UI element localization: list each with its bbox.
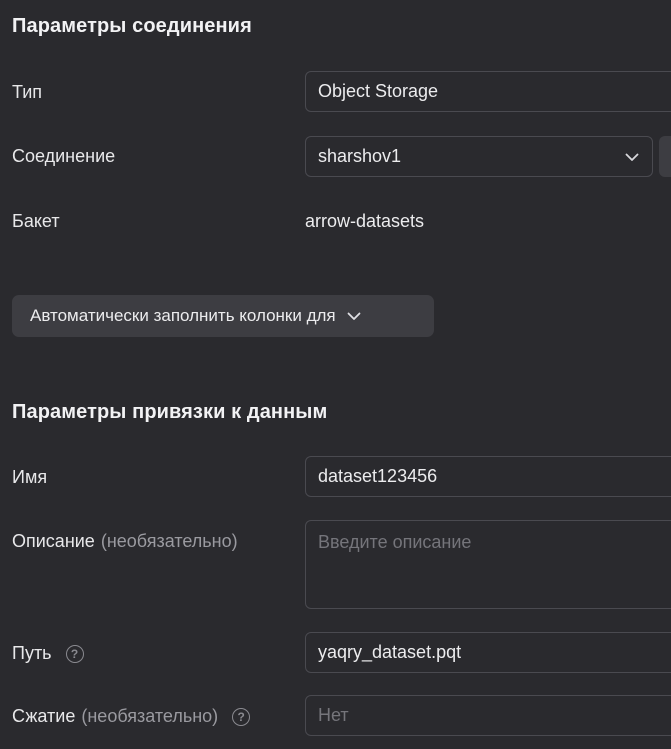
compression-optional-hint: (необязательно) <box>81 706 219 726</box>
type-label: Тип <box>12 82 43 102</box>
compression-field[interactable]: Нет <box>305 695 671 736</box>
connection-select[interactable]: sharshov1 <box>305 136 653 177</box>
connection-extra-button[interactable] <box>659 136 671 177</box>
path-label: Путь ? <box>12 643 84 664</box>
help-circle-icon[interactable]: ? <box>65 644 84 663</box>
name-label: Имя <box>12 467 48 487</box>
compression-label-text: Сжатие <box>12 706 76 726</box>
autofill-columns-label: Автоматически заполнить колонки для <box>30 306 336 325</box>
chevron-down-icon <box>346 308 362 324</box>
help-circle-icon[interactable]: ? <box>232 707 251 726</box>
type-field[interactable]: Object Storage <box>305 71 671 112</box>
description-label: Описание (необязательно) <box>12 531 238 552</box>
binding-section-title: Параметры привязки к данным <box>12 401 328 423</box>
path-field[interactable]: yaqry_dataset.pqt <box>305 632 671 673</box>
connection-section-title: Параметры соединения <box>12 15 252 37</box>
description-textarea[interactable]: Введите описание <box>305 520 671 609</box>
bucket-label: Бакет <box>12 211 60 231</box>
autofill-columns-button[interactable]: Автоматически заполнить колонки для <box>12 295 434 337</box>
name-field[interactable]: dataset123456 <box>305 456 671 497</box>
description-optional-hint: (необязательно) <box>100 531 238 551</box>
connection-select-value: sharshov1 <box>318 146 402 166</box>
compression-label: Сжатие (необязательно) ? <box>12 706 251 727</box>
chevron-down-icon <box>624 149 640 165</box>
connection-label: Соединение <box>12 146 116 166</box>
description-label-text: Описание <box>12 531 95 551</box>
bucket-value: arrow-datasets <box>305 211 425 231</box>
path-label-text: Путь <box>12 643 52 663</box>
